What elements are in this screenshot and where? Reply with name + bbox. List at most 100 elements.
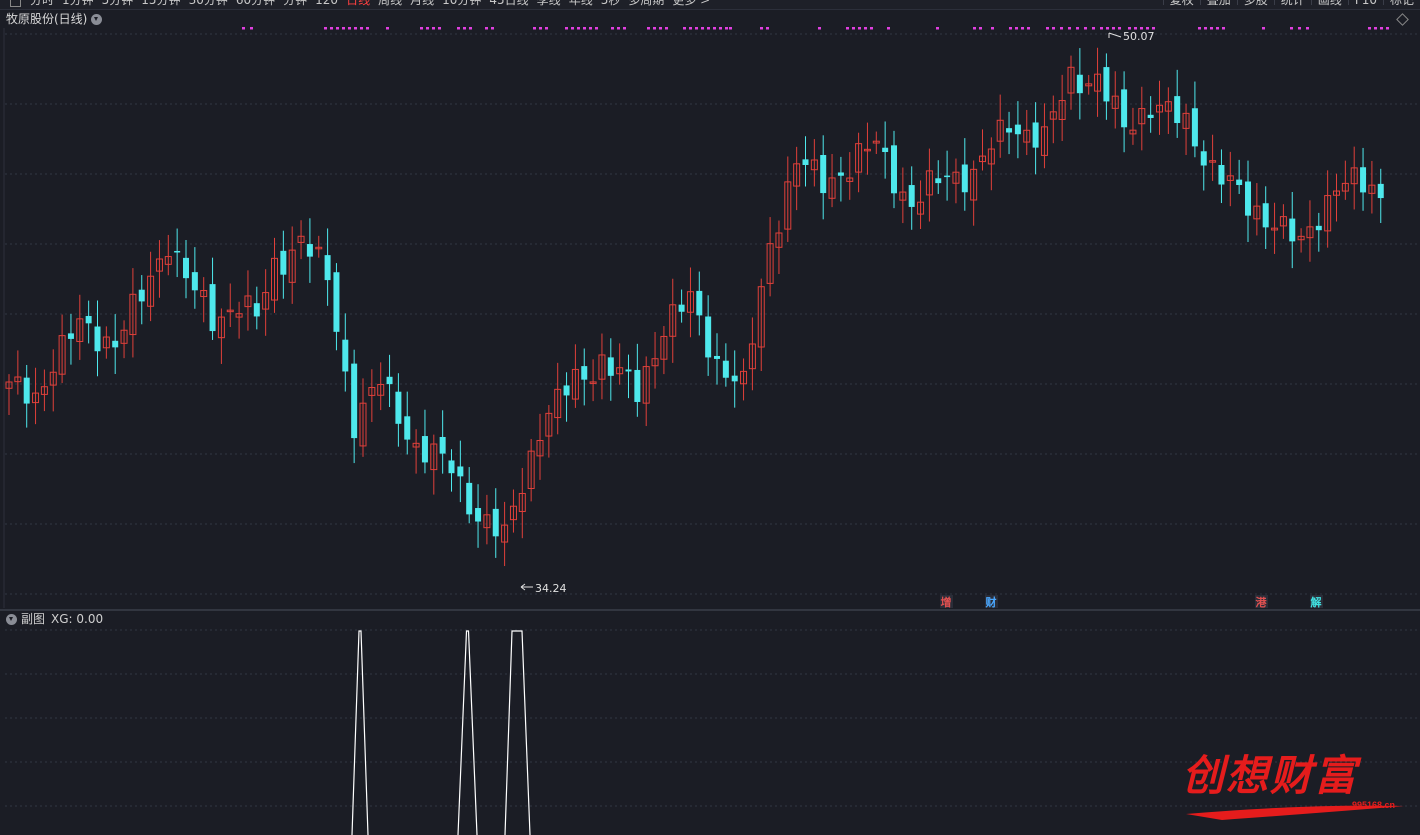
candle-body-down bbox=[722, 360, 729, 378]
signal-dot bbox=[719, 27, 722, 30]
signal-dot bbox=[623, 27, 626, 30]
candle-body-down bbox=[324, 255, 331, 281]
signal-dot bbox=[695, 27, 698, 30]
signal-dot bbox=[1298, 27, 1301, 30]
candlestick-chart[interactable]: 50.07 34.24 增 财 港 解 bbox=[0, 0, 1420, 835]
signal-dot bbox=[571, 27, 574, 30]
signal-dot bbox=[760, 27, 763, 30]
signal-dot bbox=[701, 27, 704, 30]
signal-dot bbox=[858, 27, 861, 30]
candle-body-down bbox=[191, 272, 198, 291]
candle-body-down bbox=[1360, 167, 1367, 193]
candle-body-down bbox=[1103, 67, 1110, 102]
signal-dot bbox=[324, 27, 327, 30]
sub-panel-label[interactable]: 副图 bbox=[21, 612, 45, 626]
signal-dot bbox=[1106, 27, 1109, 30]
low-arrow bbox=[520, 583, 533, 591]
signal-dot bbox=[1046, 27, 1049, 30]
signal-dot bbox=[426, 27, 429, 30]
candle-body-down bbox=[1236, 179, 1243, 186]
candle-body-down bbox=[802, 159, 809, 165]
signal-dot bbox=[491, 27, 494, 30]
signal-dot bbox=[348, 27, 351, 30]
sub-panel-dropdown-icon[interactable] bbox=[6, 614, 17, 625]
candle-body-down bbox=[1014, 124, 1021, 135]
signal-dot bbox=[354, 27, 357, 30]
signal-dot bbox=[545, 27, 548, 30]
candle-body-down bbox=[475, 508, 482, 522]
signal-dot bbox=[1380, 27, 1383, 30]
signal-dot bbox=[386, 27, 389, 30]
signal-dot bbox=[1021, 27, 1024, 30]
candle-body-down bbox=[1245, 181, 1251, 216]
signal-dot bbox=[1204, 27, 1207, 30]
signal-dot bbox=[438, 27, 441, 30]
signal-dot bbox=[1290, 27, 1293, 30]
signal-dot bbox=[936, 27, 939, 30]
signal-dot bbox=[689, 27, 692, 30]
signal-dot bbox=[1386, 27, 1389, 30]
signal-dot bbox=[1068, 27, 1071, 30]
candle-body-down bbox=[404, 416, 411, 440]
signal-dot bbox=[595, 27, 598, 30]
signal-dot bbox=[1076, 27, 1079, 30]
signal-dot bbox=[647, 27, 650, 30]
signal-dot bbox=[330, 27, 333, 30]
signal-dot bbox=[979, 27, 982, 30]
signal-dot bbox=[432, 27, 435, 30]
candle-body-down bbox=[837, 172, 844, 176]
candle-body-down bbox=[112, 340, 119, 348]
candle-body-down bbox=[23, 377, 30, 404]
signal-dot bbox=[973, 27, 976, 30]
watermark-logo: 创想财富 995168.cn bbox=[1182, 742, 1412, 827]
signal-dot bbox=[725, 27, 728, 30]
signal-dot bbox=[653, 27, 656, 30]
candle-body-down bbox=[1121, 89, 1128, 128]
candle-body-down bbox=[306, 244, 313, 257]
signal-dot bbox=[1118, 27, 1121, 30]
candle-body-down bbox=[457, 466, 464, 477]
signal-dot bbox=[611, 27, 614, 30]
candle-body-down bbox=[944, 175, 951, 178]
candle-body-down bbox=[634, 369, 641, 402]
candle-body-down bbox=[961, 164, 968, 193]
candle-body-down bbox=[94, 326, 101, 352]
signal-dot bbox=[1100, 27, 1103, 30]
signal-dot bbox=[485, 27, 488, 30]
low-price-label: 34.24 bbox=[535, 582, 567, 595]
event-marker-1: 财 bbox=[985, 595, 997, 609]
event-marker-3: 解 bbox=[1311, 595, 1322, 609]
signal-dot bbox=[1368, 27, 1371, 30]
signal-dot bbox=[617, 27, 620, 30]
candle-body-down bbox=[421, 436, 428, 463]
candle-body-down bbox=[1315, 225, 1322, 231]
candle-body-down bbox=[1218, 165, 1225, 185]
signal-dot bbox=[583, 27, 586, 30]
signal-dot bbox=[1092, 27, 1095, 30]
signal-dot bbox=[463, 27, 466, 30]
xg-signal-spike-1 bbox=[457, 630, 478, 835]
signal-dot bbox=[1084, 27, 1087, 30]
candle-body-down bbox=[731, 375, 738, 382]
signal-dot bbox=[1027, 27, 1030, 30]
signal-dot bbox=[366, 27, 369, 30]
candle-body-down bbox=[183, 257, 189, 279]
xg-signal-spike-0 bbox=[351, 630, 369, 835]
signal-dot bbox=[729, 27, 732, 30]
signal-dot bbox=[846, 27, 849, 30]
signal-dot bbox=[1374, 27, 1377, 30]
signal-dot bbox=[665, 27, 668, 30]
xg-indicator-value: XG: 0.00 bbox=[51, 612, 104, 626]
signal-dot bbox=[533, 27, 536, 30]
candle-body-down bbox=[1174, 96, 1181, 124]
signal-dot bbox=[683, 27, 686, 30]
candle-body-down bbox=[466, 482, 473, 515]
sub-panel-header: 副图 XG: 0.00 bbox=[6, 611, 103, 627]
signal-dot bbox=[1015, 27, 1018, 30]
event-marker-0: 增 bbox=[941, 595, 952, 609]
signal-dot bbox=[1052, 27, 1055, 30]
candle-body-down bbox=[891, 145, 897, 194]
signal-dot bbox=[589, 27, 592, 30]
signal-dot bbox=[360, 27, 363, 30]
high-price-label: 50.07 bbox=[1123, 30, 1155, 43]
